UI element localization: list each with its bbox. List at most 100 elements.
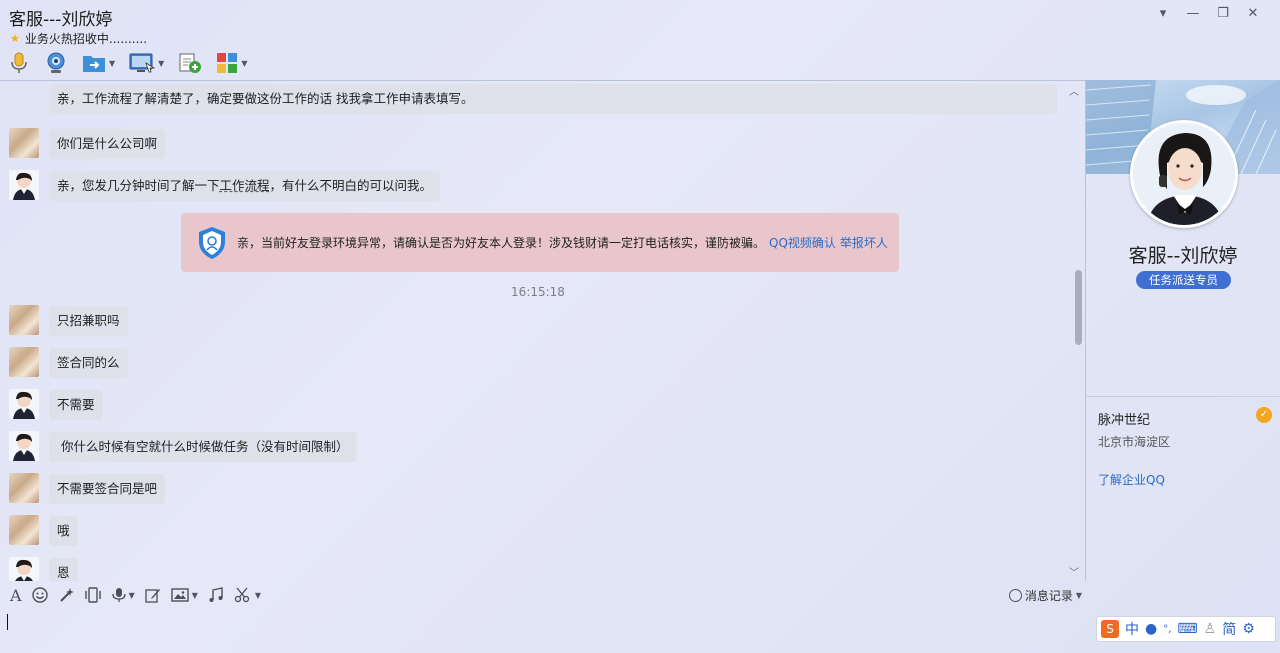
file-transfer-button[interactable]: ▼ — [82, 52, 115, 74]
learn-enterprise-qq-link[interactable]: 了解企业QQ — [1098, 471, 1165, 488]
message-history-button[interactable]: 消息记录 ▼ — [1008, 587, 1082, 604]
ime-simplified-toggle[interactable]: 简 — [1222, 619, 1236, 639]
message-bubble: 签合同的么 — [49, 348, 128, 378]
message-bubble: 只招兼职吗 — [49, 306, 128, 336]
avatar[interactable] — [9, 557, 39, 581]
profile-avatar[interactable] — [1130, 120, 1238, 228]
microphone-icon — [11, 52, 27, 73]
message-bubble: 你什么时候有空就什么时候做任务（没有时间限制） — [49, 432, 357, 462]
chevron-down-icon[interactable]: ▼ — [192, 591, 198, 600]
message-text: 亲，您发几分钟时间了解一下 — [57, 178, 220, 193]
video-call-button[interactable] — [44, 51, 68, 75]
message-bubble: 亲，工作流程了解清楚了，确定要做这份工作的话 找我拿工作申请表填写。 — [49, 84, 1057, 114]
apps-icon — [217, 53, 238, 73]
agent-portrait-icon — [15, 559, 33, 581]
avatar[interactable] — [9, 515, 39, 545]
menu-dropdown-icon[interactable]: ▾ — [1148, 4, 1178, 22]
agent-portrait-icon — [13, 172, 35, 200]
divider — [1086, 396, 1280, 397]
edit-icon[interactable] — [145, 587, 161, 603]
avatar[interactable] — [9, 473, 39, 503]
image-icon[interactable]: ▼ — [171, 587, 198, 603]
maximize-button[interactable]: ❐ — [1208, 4, 1238, 22]
avatar[interactable] — [9, 305, 39, 335]
agent-portrait-icon — [13, 433, 35, 461]
company-name: 脉冲世纪 — [1098, 413, 1151, 428]
ime-dot-icon[interactable]: °, — [1163, 624, 1171, 635]
screen-share-button[interactable]: ▼ — [129, 52, 164, 74]
ime-logo-icon[interactable]: S — [1101, 620, 1119, 638]
agent-portrait-icon — [1133, 123, 1235, 225]
signature-text: 业务火热招收中.......... — [24, 32, 148, 46]
history-label: 消息记录 — [1024, 589, 1073, 603]
profile-panel: 客服--刘欣婷 任务派送专员 脉冲世纪 ✓ 北京市海淀区 了解企业QQ — [1086, 80, 1280, 653]
shield-icon — [199, 226, 225, 259]
window-controls: ▾ — ❐ ✕ — [1148, 4, 1268, 22]
message-bubble: 你们是什么公司啊 — [49, 129, 166, 159]
font-icon[interactable]: A — [10, 586, 22, 605]
window-title: 客服---刘欣婷 — [9, 10, 113, 30]
video-icon — [47, 52, 65, 73]
verified-medal-icon[interactable]: ✓ — [1256, 407, 1272, 423]
voice-message-icon[interactable]: ▼ — [111, 587, 135, 603]
ime-toolbar[interactable]: S 中 ● °, ⌨ ♙ 简 ⚙ — [1096, 616, 1276, 642]
minimize-button[interactable]: — — [1178, 4, 1208, 22]
text-cursor — [7, 614, 8, 630]
scroll-up-icon[interactable]: ︿ — [1069, 83, 1079, 98]
message-input[interactable] — [0, 609, 1086, 653]
message-bubble: 亲，您发几分钟时间了解一下工作流程，有什么不明白的可以问我。 — [49, 171, 441, 201]
chevron-down-icon[interactable]: ▼ — [1076, 591, 1082, 600]
chat-toolbar: ▼ ▼ ▼ — [8, 51, 261, 75]
keyboard-icon[interactable]: ⌨ — [1177, 621, 1197, 637]
add-contact-icon — [179, 53, 202, 73]
message-link[interactable]: 工作流程 — [220, 178, 270, 193]
music-icon[interactable] — [208, 587, 224, 603]
company-location: 北京市海淀区 — [1098, 435, 1171, 449]
message-bubble: 不需要签合同是吧 — [49, 474, 166, 504]
ime-punctuation-icon[interactable]: ● — [1145, 621, 1157, 637]
apps-button[interactable]: ▼ — [216, 52, 247, 74]
chat-history[interactable]: 亲，工作流程了解清楚了，确定要做这份工作的话 找我拿工作申请表填写。 你们是什么… — [0, 80, 1086, 581]
star-icon: ★ — [10, 32, 20, 45]
magic-wand-icon[interactable] — [58, 587, 74, 603]
ime-mode-toggle[interactable]: 中 — [1125, 619, 1139, 639]
profile-name: 客服--刘欣婷 — [1128, 245, 1238, 267]
title-bar: 客服---刘欣婷 ★ 业务火热招收中.......... ▾ — ❐ ✕ ▼ ▼… — [0, 0, 1280, 80]
message-timestamp: 16:15:18 — [511, 285, 565, 299]
avatar[interactable] — [9, 170, 39, 200]
chevron-down-icon[interactable]: ▼ — [109, 59, 115, 68]
message-bubble: 哦 — [49, 516, 78, 546]
clock-icon — [1008, 589, 1022, 602]
report-link[interactable]: 举报坏人 — [840, 234, 888, 251]
avatar[interactable] — [9, 347, 39, 377]
avatar[interactable] — [9, 431, 39, 461]
file-transfer-icon — [83, 56, 105, 72]
input-toolbar: A ▼ ▼ ▼ 消息记录 ▼ — [0, 581, 1086, 609]
chevron-down-icon[interactable]: ▼ — [158, 59, 164, 68]
voice-call-button[interactable] — [8, 51, 30, 75]
message-bubble: 不需要 — [49, 390, 103, 420]
send-file-button[interactable] — [178, 52, 202, 74]
settings-icon[interactable]: ⚙ — [1242, 621, 1255, 637]
shake-icon[interactable] — [84, 587, 102, 603]
screen-share-icon — [129, 53, 156, 73]
close-button[interactable]: ✕ — [1238, 4, 1268, 22]
role-badge: 任务派送专员 — [1136, 271, 1231, 289]
video-verify-link[interactable]: QQ视频确认 — [769, 234, 836, 251]
chevron-down-icon[interactable]: ▼ — [241, 59, 247, 68]
user-icon[interactable]: ♙ — [1204, 621, 1217, 637]
status-signature: ★ 业务火热招收中.......... — [10, 30, 147, 47]
avatar[interactable] — [9, 389, 39, 419]
message-bubble: 恩 — [49, 558, 78, 581]
emoji-icon[interactable] — [31, 587, 48, 603]
security-warning: 亲，当前好友登录环境异常，请确认是否为好友本人登录！涉及钱财请一定打电话核实，谨… — [181, 213, 899, 272]
screenshot-icon[interactable]: ▼ — [234, 587, 261, 603]
agent-portrait-icon — [13, 391, 35, 419]
chevron-down-icon[interactable]: ▼ — [255, 591, 261, 600]
scroll-down-icon[interactable]: ﹀ — [1069, 564, 1079, 579]
avatar[interactable] — [9, 128, 39, 158]
chevron-down-icon[interactable]: ▼ — [129, 591, 135, 600]
message-text: ，有什么不明白的可以问我。 — [269, 178, 433, 193]
scrollbar-thumb[interactable] — [1075, 270, 1082, 345]
warning-text: 亲，当前好友登录环境异常，请确认是否为好友本人登录！涉及钱财请一定打电话核实，谨… — [237, 236, 766, 250]
